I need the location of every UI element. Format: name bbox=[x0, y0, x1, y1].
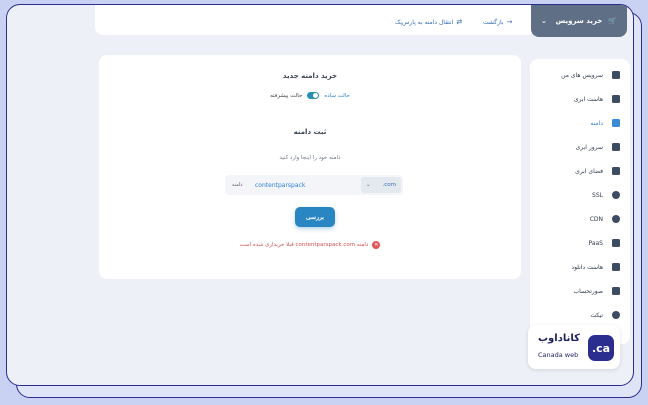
tld-select[interactable]: ⌄ .com bbox=[361, 177, 401, 193]
sidebar-item-domain[interactable]: دامنه bbox=[590, 117, 620, 129]
sidebar-item-cloud-storage[interactable]: فضای ابری bbox=[575, 165, 620, 177]
sidebar-item-my-services[interactable]: سرویس های من bbox=[561, 69, 620, 81]
mode-toggle[interactable] bbox=[307, 92, 320, 99]
sidebar-item-cloud-host[interactable]: هاست ابری bbox=[574, 93, 620, 105]
sidebar-item-invoice[interactable]: صورتحساب bbox=[574, 285, 620, 297]
sidebar-item-ticket[interactable]: تیکت bbox=[590, 309, 620, 321]
domain-icon bbox=[611, 119, 620, 128]
mode-simple-label[interactable]: حالت ساده bbox=[324, 93, 350, 99]
logo-name-fa: کاناداوب bbox=[538, 333, 580, 344]
back-link[interactable]: →بازگشت bbox=[483, 18, 512, 26]
invoice-icon bbox=[611, 287, 620, 296]
ticket-icon bbox=[611, 311, 620, 320]
logo-badge: .ca bbox=[588, 335, 614, 361]
arrow-right-icon: → bbox=[506, 18, 513, 26]
tld-value: .com bbox=[382, 182, 397, 188]
error-icon: ✕ bbox=[372, 241, 381, 249]
sidebar-item-cloud-server[interactable]: سرور ابری bbox=[576, 141, 620, 153]
cdn-icon bbox=[611, 215, 620, 224]
domain-input-row: دامنه contentparspack ⌄ .com bbox=[225, 175, 403, 195]
page-title: خرید دامنه جدید bbox=[282, 72, 338, 80]
sidebar-item-download-host[interactable]: هاست دانلود bbox=[571, 261, 620, 273]
sidebar-item-paas[interactable]: PaaS bbox=[588, 237, 620, 249]
chevron-down-icon: ⌄ bbox=[541, 17, 547, 25]
domain-field-label: دامنه bbox=[232, 182, 243, 188]
sidebar: سرویس های من هاست ابری دامنه سرور ابری ف… bbox=[530, 59, 630, 344]
sidebar-item-cdn[interactable]: CDN bbox=[590, 213, 620, 225]
section-title: ثبت دامنه bbox=[293, 128, 327, 136]
cloud-storage-icon bbox=[611, 167, 620, 176]
cart-icon: 🛒 bbox=[608, 17, 617, 25]
domain-purchase-panel: خرید دامنه جدید حالت پیشرفته حالت ساده ث… bbox=[99, 55, 521, 279]
sidebar-item-ssl[interactable]: SSL bbox=[592, 189, 620, 201]
transfer-domain-link[interactable]: ⇄انتقال دامنه به پارس‌پک bbox=[395, 18, 462, 26]
transfer-icon: ⇄ bbox=[456, 18, 463, 26]
top-bar: ⇄انتقال دامنه به پارس‌پک →بازگشت bbox=[95, 5, 535, 35]
buy-service-dropdown[interactable]: 🛒 خرید سرویس ⌄ bbox=[531, 5, 627, 37]
error-message: ✕ دامنه contentparspack.com قبلا خریداری… bbox=[99, 241, 521, 249]
domain-hint: دامنه خود را اینجا وارد کنید bbox=[279, 155, 341, 161]
mode-switch: حالت پیشرفته حالت ساده bbox=[99, 92, 521, 99]
download-host-icon bbox=[611, 263, 620, 272]
canadaweb-logo: .ca کاناداوب Canada web bbox=[528, 325, 620, 369]
error-text: دامنه contentparspack.com قبلا خریداری ش… bbox=[239, 242, 369, 248]
logo-name-en: Canada web bbox=[538, 351, 579, 359]
chevron-down-icon: ⌄ bbox=[366, 182, 371, 188]
ssl-icon bbox=[611, 191, 620, 200]
server-icon bbox=[611, 143, 620, 152]
host-icon bbox=[611, 95, 620, 104]
check-button[interactable]: بررسی bbox=[295, 207, 335, 227]
app-window: ⇄انتقال دامنه به پارس‌پک →بازگشت 🛒 خرید … bbox=[6, 4, 634, 386]
mode-advanced-label[interactable]: حالت پیشرفته bbox=[270, 93, 302, 99]
paas-icon bbox=[611, 239, 620, 248]
dashboard-icon bbox=[611, 71, 620, 80]
domain-input[interactable]: contentparspack bbox=[255, 182, 305, 189]
